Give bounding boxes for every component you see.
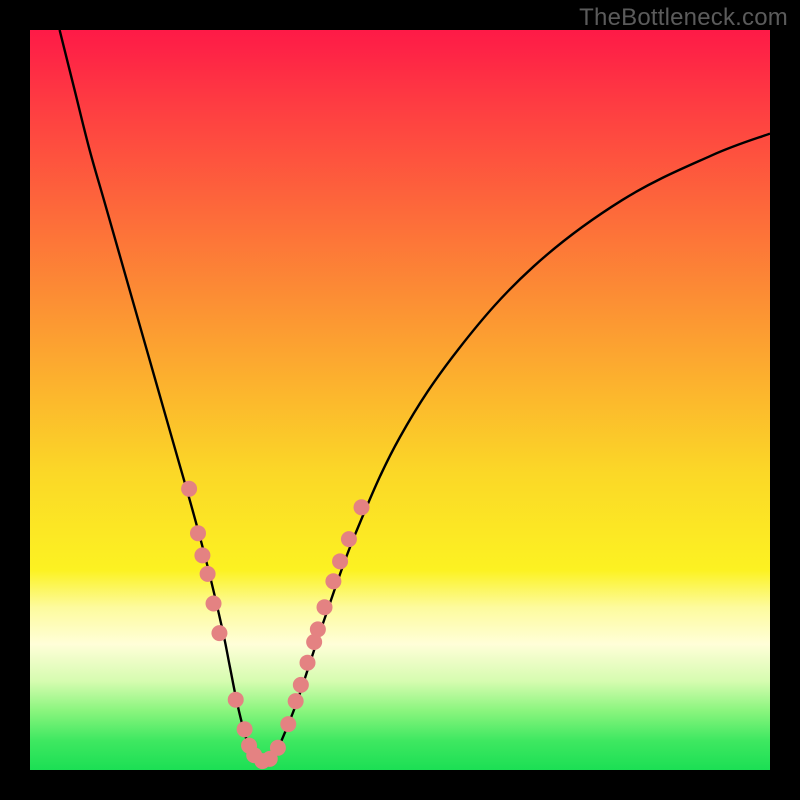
watermark-text: TheBottleneck.com	[579, 4, 788, 32]
data-point-group	[181, 481, 369, 769]
data-point	[354, 499, 370, 515]
data-point	[190, 525, 206, 541]
data-point	[200, 566, 216, 582]
data-point	[270, 740, 286, 756]
data-point	[194, 547, 210, 563]
data-point	[211, 625, 227, 641]
data-point	[300, 655, 316, 671]
data-point	[181, 481, 197, 497]
data-point	[332, 553, 348, 569]
data-point	[206, 596, 222, 612]
data-point	[325, 573, 341, 589]
chart-frame: TheBottleneck.com	[0, 0, 800, 800]
data-point	[228, 692, 244, 708]
bottleneck-curve	[60, 30, 770, 764]
data-point	[237, 721, 253, 737]
plot-area	[30, 30, 770, 770]
data-point	[310, 621, 326, 637]
data-point	[317, 599, 333, 615]
data-point	[341, 531, 357, 547]
data-point	[293, 677, 309, 693]
curve-svg	[30, 30, 770, 770]
data-point	[280, 716, 296, 732]
data-point	[288, 693, 304, 709]
